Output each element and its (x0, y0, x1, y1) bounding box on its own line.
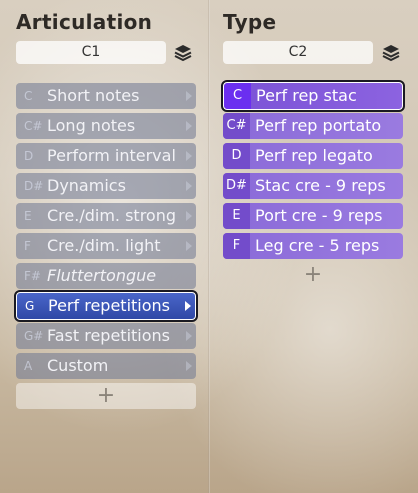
chevron-right-icon (186, 331, 192, 341)
item-label: Port cre - 9 reps (255, 206, 383, 225)
item-label: Short notes (47, 86, 140, 105)
item-label: Perf rep portato (255, 116, 382, 135)
chevron-right-icon (186, 241, 192, 251)
articulation-selector[interactable]: C1 (16, 41, 166, 64)
chevron-right-icon (186, 91, 192, 101)
key-label: A (24, 359, 33, 373)
item-label: Long notes (47, 116, 136, 135)
type-item[interactable]: D# Stac cre - 9 reps (223, 173, 403, 199)
layers-icon[interactable] (172, 42, 194, 64)
item-label: Cre./dim. strong (47, 206, 176, 225)
key-label: D# (223, 173, 250, 199)
item-label: Perf rep legato (255, 146, 373, 165)
articulation-item-selected[interactable]: G Perf repetitions (14, 290, 198, 322)
add-type-button[interactable]: + (223, 262, 403, 288)
articulation-item[interactable]: F Cre./dim. light (16, 233, 196, 259)
articulation-item[interactable]: C# Long notes (16, 113, 196, 139)
type-title: Type (223, 10, 277, 34)
item-label: Stac cre - 9 reps (255, 176, 386, 195)
type-item[interactable]: C# Perf rep portato (223, 113, 403, 139)
key-label: G (25, 299, 35, 313)
key-label: C# (223, 113, 250, 139)
key-label: F# (24, 269, 41, 283)
item-label: Custom (47, 356, 109, 375)
articulation-item[interactable]: D Perform interval (16, 143, 196, 169)
item-label: Perf rep stac (256, 86, 357, 105)
articulation-item[interactable]: A Custom (16, 353, 196, 379)
key-label: D (24, 149, 34, 163)
key-label: C# (24, 119, 43, 133)
chevron-right-icon (186, 151, 192, 161)
key-label: F (24, 239, 31, 253)
articulation-item[interactable]: D# Dynamics (16, 173, 196, 199)
articulation-item[interactable]: E Cre./dim. strong (16, 203, 196, 229)
key-label: C (224, 83, 251, 109)
key-label: D (223, 143, 250, 169)
type-item[interactable]: F Leg cre - 5 reps (223, 233, 403, 259)
type-item[interactable]: E Port cre - 9 reps (223, 203, 403, 229)
item-label: Leg cre - 5 reps (255, 236, 380, 255)
key-label: C (24, 89, 33, 103)
chevron-right-icon (185, 301, 191, 311)
articulation-item[interactable]: F# Fluttertongue (16, 263, 196, 289)
add-articulation-button[interactable]: + (16, 383, 196, 409)
item-label: Fluttertongue (47, 266, 157, 285)
item-label: Fast repetitions (47, 326, 171, 345)
key-label: E (24, 209, 32, 223)
chevron-right-icon (186, 361, 192, 371)
item-label: Cre./dim. light (47, 236, 161, 255)
articulation-item[interactable]: G# Fast repetitions (16, 323, 196, 349)
chevron-right-icon (186, 211, 192, 221)
item-label: Dynamics (47, 176, 126, 195)
type-item[interactable]: D Perf rep legato (223, 143, 403, 169)
key-label: G# (24, 329, 44, 343)
chevron-right-icon (186, 121, 192, 131)
layers-icon[interactable] (380, 42, 402, 64)
articulation-item[interactable]: C Short notes (16, 83, 196, 109)
type-selector[interactable]: C2 (223, 41, 373, 64)
item-label: Perform interval (47, 146, 176, 165)
item-label: Perf repetitions (48, 296, 170, 315)
type-item-selected[interactable]: C Perf rep stac (221, 80, 405, 112)
chevron-right-icon (186, 181, 192, 191)
key-label: F (223, 233, 250, 259)
key-label: E (223, 203, 250, 229)
articulation-title: Articulation (16, 10, 153, 34)
panel-divider (208, 0, 210, 493)
key-label: D# (24, 179, 44, 193)
